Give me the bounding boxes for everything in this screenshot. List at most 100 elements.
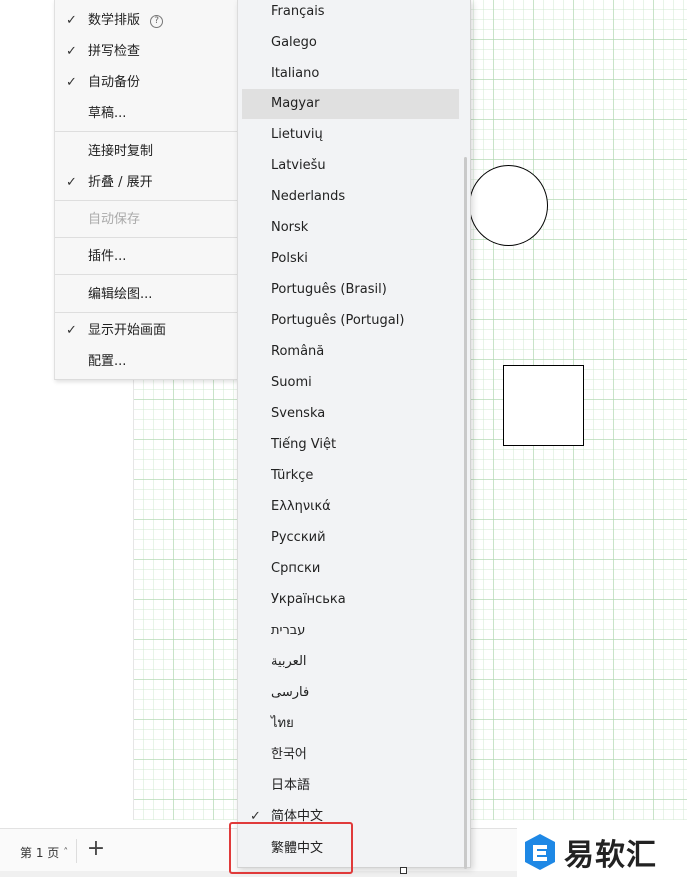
lang-item-greek[interactable]: Ελληνικά xyxy=(242,492,459,522)
lang-item-label: Lietuvių xyxy=(271,127,323,142)
menu-item-plugins[interactable]: 插件... xyxy=(55,242,238,272)
lang-item-korean[interactable]: 한국어 xyxy=(242,740,459,770)
menu-item-show-start-screen[interactable]: ✓ 显示开始画面 xyxy=(55,316,238,346)
lang-item-svenska[interactable]: Svenska xyxy=(242,399,459,429)
lang-item-latviesu[interactable]: Latviešu xyxy=(242,151,459,181)
lang-item-galego[interactable]: Galego xyxy=(242,28,459,58)
menu-item-autosave: 自动保存 xyxy=(55,205,238,235)
menu-item-copy-on-connect[interactable]: 连接时复制 xyxy=(55,137,238,167)
menu-item-label: 拼写检查 xyxy=(88,44,141,59)
extras-menu: ✓ 数学排版 ? ✓ 拼写检查 ✓ 自动备份 草稿... 连接时复制 ✓ 折叠 … xyxy=(54,0,238,380)
lang-item-portugues-brasil[interactable]: Português (Brasil) xyxy=(242,275,459,305)
menu-item-label: 配置... xyxy=(88,354,127,369)
lang-item-tieng-viet[interactable]: Tiếng Việt xyxy=(242,430,459,460)
lang-item-serbian[interactable]: Српски xyxy=(242,554,459,584)
lang-item-thai[interactable]: ไทย xyxy=(242,709,459,739)
lang-item-label: 한국어 xyxy=(271,747,307,762)
lang-item-portugues-portugal[interactable]: Português (Portugal) xyxy=(242,306,459,336)
menu-item-label: 草稿... xyxy=(88,106,127,121)
menu-divider xyxy=(55,274,238,275)
menu-item-label: 折叠 / 展开 xyxy=(88,175,153,190)
lang-item-hebrew[interactable]: עברית xyxy=(242,616,459,646)
lang-item-label: Română xyxy=(271,344,325,359)
add-page-button[interactable]: + xyxy=(84,835,108,863)
lang-item-label: Português (Portugal) xyxy=(271,313,405,328)
chevron-up-icon[interactable]: ˄ xyxy=(63,847,68,858)
lang-item-label: Ελληνικά xyxy=(271,499,331,514)
page-tab-label: 第 1 页 xyxy=(20,845,60,860)
menu-item-spellcheck[interactable]: ✓ 拼写检查 xyxy=(55,37,238,67)
lang-item-japanese[interactable]: 日本語 xyxy=(242,771,459,801)
lang-item-polski[interactable]: Polski xyxy=(242,244,459,274)
menu-item-label: 插件... xyxy=(88,249,127,264)
lang-item-label: Galego xyxy=(271,35,317,50)
menu-item-math-typesetting[interactable]: ✓ 数学排版 ? xyxy=(55,6,238,36)
menu-item-label: 显示开始画面 xyxy=(88,323,167,338)
lang-item-label: Português (Brasil) xyxy=(271,282,387,297)
menu-item-label: 自动备份 xyxy=(88,75,141,90)
menu-divider xyxy=(55,312,238,313)
lang-item-magyar[interactable]: Magyar xyxy=(242,89,459,119)
lang-item-italiano[interactable]: Italiano xyxy=(242,59,459,89)
lang-item-label: Українська xyxy=(271,592,346,607)
submenu-scrollbar[interactable] xyxy=(464,157,467,869)
square-shape[interactable] xyxy=(503,365,584,446)
divider xyxy=(76,839,77,863)
annotation-highlight-box xyxy=(229,822,353,874)
lang-item-label: Svenska xyxy=(271,406,326,421)
lang-item-persian[interactable]: فارسی xyxy=(242,678,459,708)
lang-item-label: Русский xyxy=(271,530,326,545)
circle-shape[interactable] xyxy=(469,165,548,246)
logo-icon xyxy=(525,833,555,870)
lang-item-label: Српски xyxy=(271,561,321,576)
lang-item-label: Magyar xyxy=(271,96,320,111)
menu-item-configuration[interactable]: 配置... xyxy=(55,347,238,377)
watermark-text: 易软汇 xyxy=(564,837,657,873)
lang-item-label: Italiano xyxy=(271,66,320,81)
check-icon: ✓ xyxy=(66,44,77,59)
lang-item-suomi[interactable]: Suomi xyxy=(242,368,459,398)
menu-item-collapse-expand[interactable]: ✓ 折叠 / 展开 xyxy=(55,168,238,198)
lang-item-label: Türkçe xyxy=(271,468,314,483)
lang-item-label: Français xyxy=(271,4,325,19)
menu-item-drafts[interactable]: 草稿... xyxy=(55,99,238,129)
language-submenu: Français Galego Italiano Magyar Lietuvių… xyxy=(237,0,471,869)
lang-item-nederlands[interactable]: Nederlands xyxy=(242,182,459,212)
menu-item-label: 自动保存 xyxy=(88,212,141,227)
help-icon[interactable]: ? xyxy=(150,15,164,28)
menu-divider xyxy=(55,237,238,238)
lang-item-russian[interactable]: Русский xyxy=(242,523,459,553)
check-icon: ✓ xyxy=(66,13,77,28)
lang-item-label: Latviešu xyxy=(271,158,326,173)
lang-item-label: Tiếng Việt xyxy=(271,437,337,452)
menu-item-label: 数学排版 xyxy=(88,13,141,28)
lang-item-romana[interactable]: Română xyxy=(242,337,459,367)
lang-item-label: العربية xyxy=(271,654,307,669)
menu-item-label: 编辑绘图... xyxy=(88,287,153,302)
lang-item-label: Nederlands xyxy=(271,189,346,204)
lang-item-ukrainian[interactable]: Українська xyxy=(242,585,459,615)
lang-item-label: فارسی xyxy=(271,685,310,700)
page-tab-1[interactable]: 第 1 页 ˄ xyxy=(12,839,76,865)
menu-item-autobackup[interactable]: ✓ 自动备份 xyxy=(55,68,238,98)
lang-item-label: Suomi xyxy=(271,375,312,390)
lang-item-arabic[interactable]: العربية xyxy=(242,647,459,677)
check-icon: ✓ xyxy=(66,175,77,190)
watermark-logo: 易软汇 xyxy=(517,826,687,877)
lang-item-lietuviu[interactable]: Lietuvių xyxy=(242,120,459,150)
menu-item-label: 连接时复制 xyxy=(88,144,154,159)
lang-item-norsk[interactable]: Norsk xyxy=(242,213,459,243)
check-icon: ✓ xyxy=(66,323,77,338)
check-icon: ✓ xyxy=(66,75,77,90)
lang-item-label: עברית xyxy=(271,623,306,638)
menu-item-edit-diagram[interactable]: 编辑绘图... xyxy=(55,280,238,310)
resize-handle[interactable] xyxy=(400,867,407,874)
lang-item-label: 日本語 xyxy=(271,778,311,793)
lang-item-label: Norsk xyxy=(271,220,309,235)
menu-divider xyxy=(55,200,238,201)
lang-item-label: ไทย xyxy=(271,716,294,731)
lang-item-label: Polski xyxy=(271,251,308,266)
lang-item-francais[interactable]: Français xyxy=(242,0,459,27)
lang-item-turkce[interactable]: Türkçe xyxy=(242,461,459,491)
menu-divider xyxy=(55,131,238,132)
